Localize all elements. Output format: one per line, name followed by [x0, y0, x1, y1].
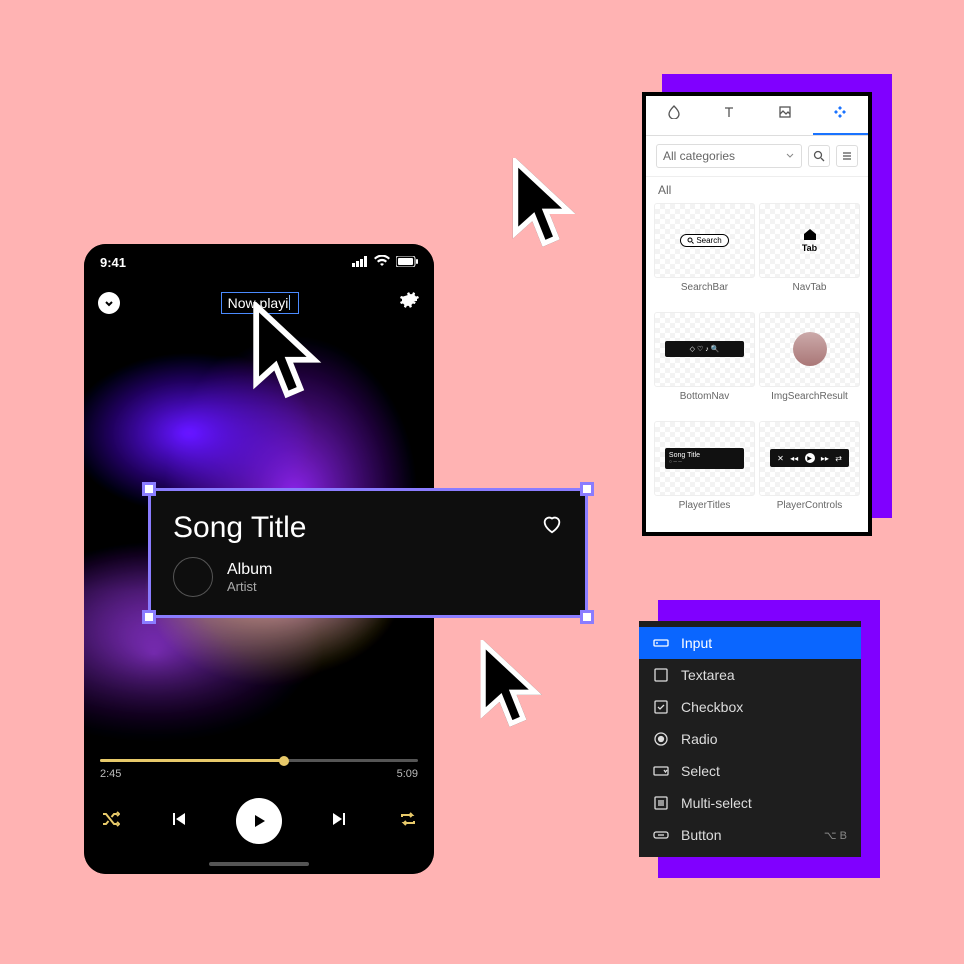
progress-fill	[100, 759, 284, 762]
multi-select-icon	[653, 795, 669, 811]
radio-icon	[653, 731, 669, 747]
time-total: 5:09	[397, 768, 418, 780]
settings-button[interactable]	[400, 290, 420, 315]
resize-handle-tl[interactable]	[142, 482, 156, 496]
player-controls	[100, 798, 418, 844]
signal-icon	[352, 255, 368, 270]
progress-thumb[interactable]	[279, 756, 289, 766]
library-panel: All categories All Search SearchBar Tab …	[642, 92, 872, 536]
wifi-icon	[374, 255, 390, 270]
library-tabs	[646, 96, 868, 136]
library-section-header: All	[646, 177, 868, 197]
shuffle-button[interactable]	[100, 809, 120, 834]
clock: 9:41	[100, 255, 126, 270]
selected-component[interactable]: Song Title Album Artist	[148, 488, 588, 618]
collapse-button[interactable]	[98, 292, 120, 314]
menu-item-checkbox[interactable]: Checkbox	[639, 691, 861, 723]
tab-components[interactable]	[813, 96, 869, 135]
textarea-icon	[653, 667, 669, 683]
tab-image[interactable]	[757, 96, 813, 135]
battery-icon	[396, 255, 418, 270]
menu-item-multi-select[interactable]: Multi-select	[639, 787, 861, 819]
progress-area: 2:45 5:09	[100, 759, 418, 780]
menu-item-input[interactable]: Input	[639, 627, 861, 659]
checkbox-icon	[653, 699, 669, 715]
favorite-button[interactable]	[541, 513, 563, 540]
tile-navtab[interactable]: Tab NavTab	[759, 203, 860, 308]
album-thumbnail	[173, 557, 213, 597]
tile-playercontrols[interactable]: ✕◂◂▶▸▸⇄ PlayerControls	[759, 421, 860, 526]
home-indicator	[209, 862, 309, 866]
tab-ink[interactable]	[646, 96, 702, 135]
menu-item-select[interactable]: Select	[639, 755, 861, 787]
cursor-icon	[476, 640, 546, 739]
resize-handle-bl[interactable]	[142, 610, 156, 624]
cursor-icon	[248, 302, 326, 411]
library-grid: Search SearchBar Tab NavTab ◇ ♡ ♪ 🔍 Bott…	[646, 197, 868, 532]
tile-bottomnav[interactable]: ◇ ♡ ♪ 🔍 BottomNav	[654, 312, 755, 417]
time-elapsed: 2:45	[100, 768, 121, 780]
play-button[interactable]	[236, 798, 282, 844]
resize-handle-br[interactable]	[580, 610, 594, 624]
category-select-label: All categories	[663, 149, 735, 163]
tile-playertitles[interactable]: Song Title○ ─ ─ PlayerTitles	[654, 421, 755, 526]
next-button[interactable]	[330, 809, 350, 834]
type-menu: Input Textarea Checkbox Radio Select Mul…	[639, 621, 861, 857]
tile-searchbar[interactable]: Search SearchBar	[654, 203, 755, 308]
library-list-toggle[interactable]	[836, 145, 858, 167]
menu-item-shortcut: ⌥ B	[824, 829, 847, 842]
artist-name: Artist	[227, 579, 272, 594]
library-search-button[interactable]	[808, 145, 830, 167]
song-card: Song Title Album Artist	[151, 491, 585, 615]
resize-handle-tr[interactable]	[580, 482, 594, 496]
album-name: Album	[227, 561, 272, 579]
menu-item-radio[interactable]: Radio	[639, 723, 861, 755]
tile-imgsearchresult[interactable]: ImgSearchResult	[759, 312, 860, 417]
menu-item-textarea[interactable]: Textarea	[639, 659, 861, 691]
select-icon	[653, 763, 669, 779]
status-bar: 9:41	[84, 244, 434, 280]
repeat-button[interactable]	[398, 809, 418, 834]
input-icon	[653, 635, 669, 651]
library-filter-row: All categories	[646, 136, 868, 177]
cursor-icon	[508, 158, 580, 259]
tab-text[interactable]	[702, 96, 758, 135]
progress-bar[interactable]	[100, 759, 418, 762]
chevron-down-icon	[785, 149, 795, 163]
category-select[interactable]: All categories	[656, 144, 802, 168]
song-title: Song Title	[173, 511, 563, 545]
menu-item-button[interactable]: Button ⌥ B	[639, 819, 861, 851]
button-icon	[653, 827, 669, 843]
previous-button[interactable]	[168, 809, 188, 834]
